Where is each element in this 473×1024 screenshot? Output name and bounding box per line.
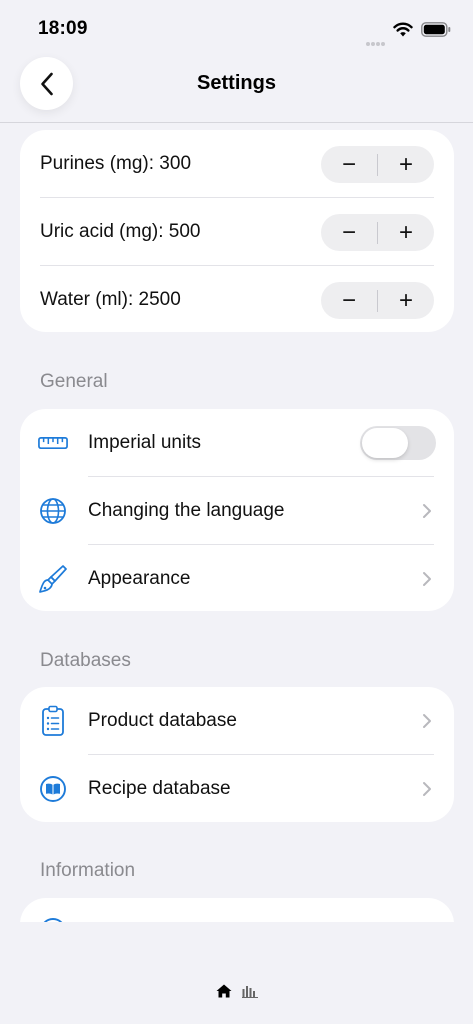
language-row[interactable]: Changing the language [20, 477, 454, 545]
chevron-right-icon [423, 572, 431, 586]
section-header-information: Information [40, 860, 136, 881]
tab-bar [0, 922, 473, 1024]
globe-icon [38, 496, 68, 526]
water-decrement-button[interactable]: − [321, 282, 377, 319]
product-database-row[interactable]: Product database [20, 687, 454, 755]
clipboard-list-icon [38, 705, 68, 736]
limit-row-uric-acid: Uric acid (mg): 500 − + [20, 198, 454, 266]
daily-limits-card: Purines (mg): 300 − + Uric acid (mg): 50… [20, 130, 454, 332]
chevron-right-icon [423, 714, 431, 728]
uric-acid-decrement-button[interactable]: − [321, 214, 377, 251]
limit-row-water: Water (ml): 2500 − + [20, 266, 454, 334]
ruler-icon [38, 428, 68, 458]
imperial-units-toggle[interactable] [360, 426, 436, 460]
water-limit-label: Water (ml): 2500 [40, 289, 181, 310]
water-increment-button[interactable]: + [378, 282, 434, 319]
imperial-units-row: Imperial units [20, 409, 454, 477]
water-stepper[interactable]: − + [321, 282, 434, 319]
appearance-label: Appearance [88, 568, 191, 589]
home-icon[interactable] [216, 984, 232, 998]
information-card [20, 898, 454, 922]
databases-card: Product database Recipe database [20, 687, 454, 822]
product-database-label: Product database [88, 710, 237, 731]
section-header-general: General [40, 371, 108, 392]
paintbrush-icon [38, 564, 68, 594]
toggle-knob [362, 428, 408, 458]
chevron-right-icon [423, 504, 431, 518]
wifi-icon [393, 22, 413, 37]
navigation-bar: Settings [0, 56, 473, 123]
language-label: Changing the language [88, 500, 285, 521]
purines-limit-label: Purines (mg): 300 [40, 153, 192, 174]
book-icon [38, 774, 68, 804]
status-bar: 18:09 [0, 0, 473, 56]
recipe-database-row[interactable]: Recipe database [20, 755, 454, 823]
uric-acid-limit-label: Uric acid (mg): 500 [40, 221, 201, 242]
general-card: Imperial units Changing the language App… [20, 409, 454, 611]
uric-acid-increment-button[interactable]: + [378, 214, 434, 251]
imperial-units-label: Imperial units [88, 432, 201, 453]
recipe-database-label: Recipe database [88, 778, 231, 799]
chevron-right-icon [423, 782, 431, 796]
limit-row-purines: Purines (mg): 300 − + [20, 130, 454, 198]
purines-decrement-button[interactable]: − [321, 146, 377, 183]
purines-stepper[interactable]: − + [321, 146, 434, 183]
cellular-signal-icon [366, 33, 386, 51]
battery-icon [421, 22, 451, 37]
settings-scroll-area[interactable]: Purines (mg): 300 − + Uric acid (mg): 50… [0, 124, 473, 922]
page-title: Settings [197, 72, 276, 94]
status-time: 18:09 [38, 18, 88, 39]
section-header-databases: Databases [40, 650, 131, 671]
purines-increment-button[interactable]: + [378, 146, 434, 183]
uric-acid-stepper[interactable]: − + [321, 214, 434, 251]
appearance-row[interactable]: Appearance [20, 545, 454, 613]
chart-bar-icon[interactable] [242, 985, 258, 998]
